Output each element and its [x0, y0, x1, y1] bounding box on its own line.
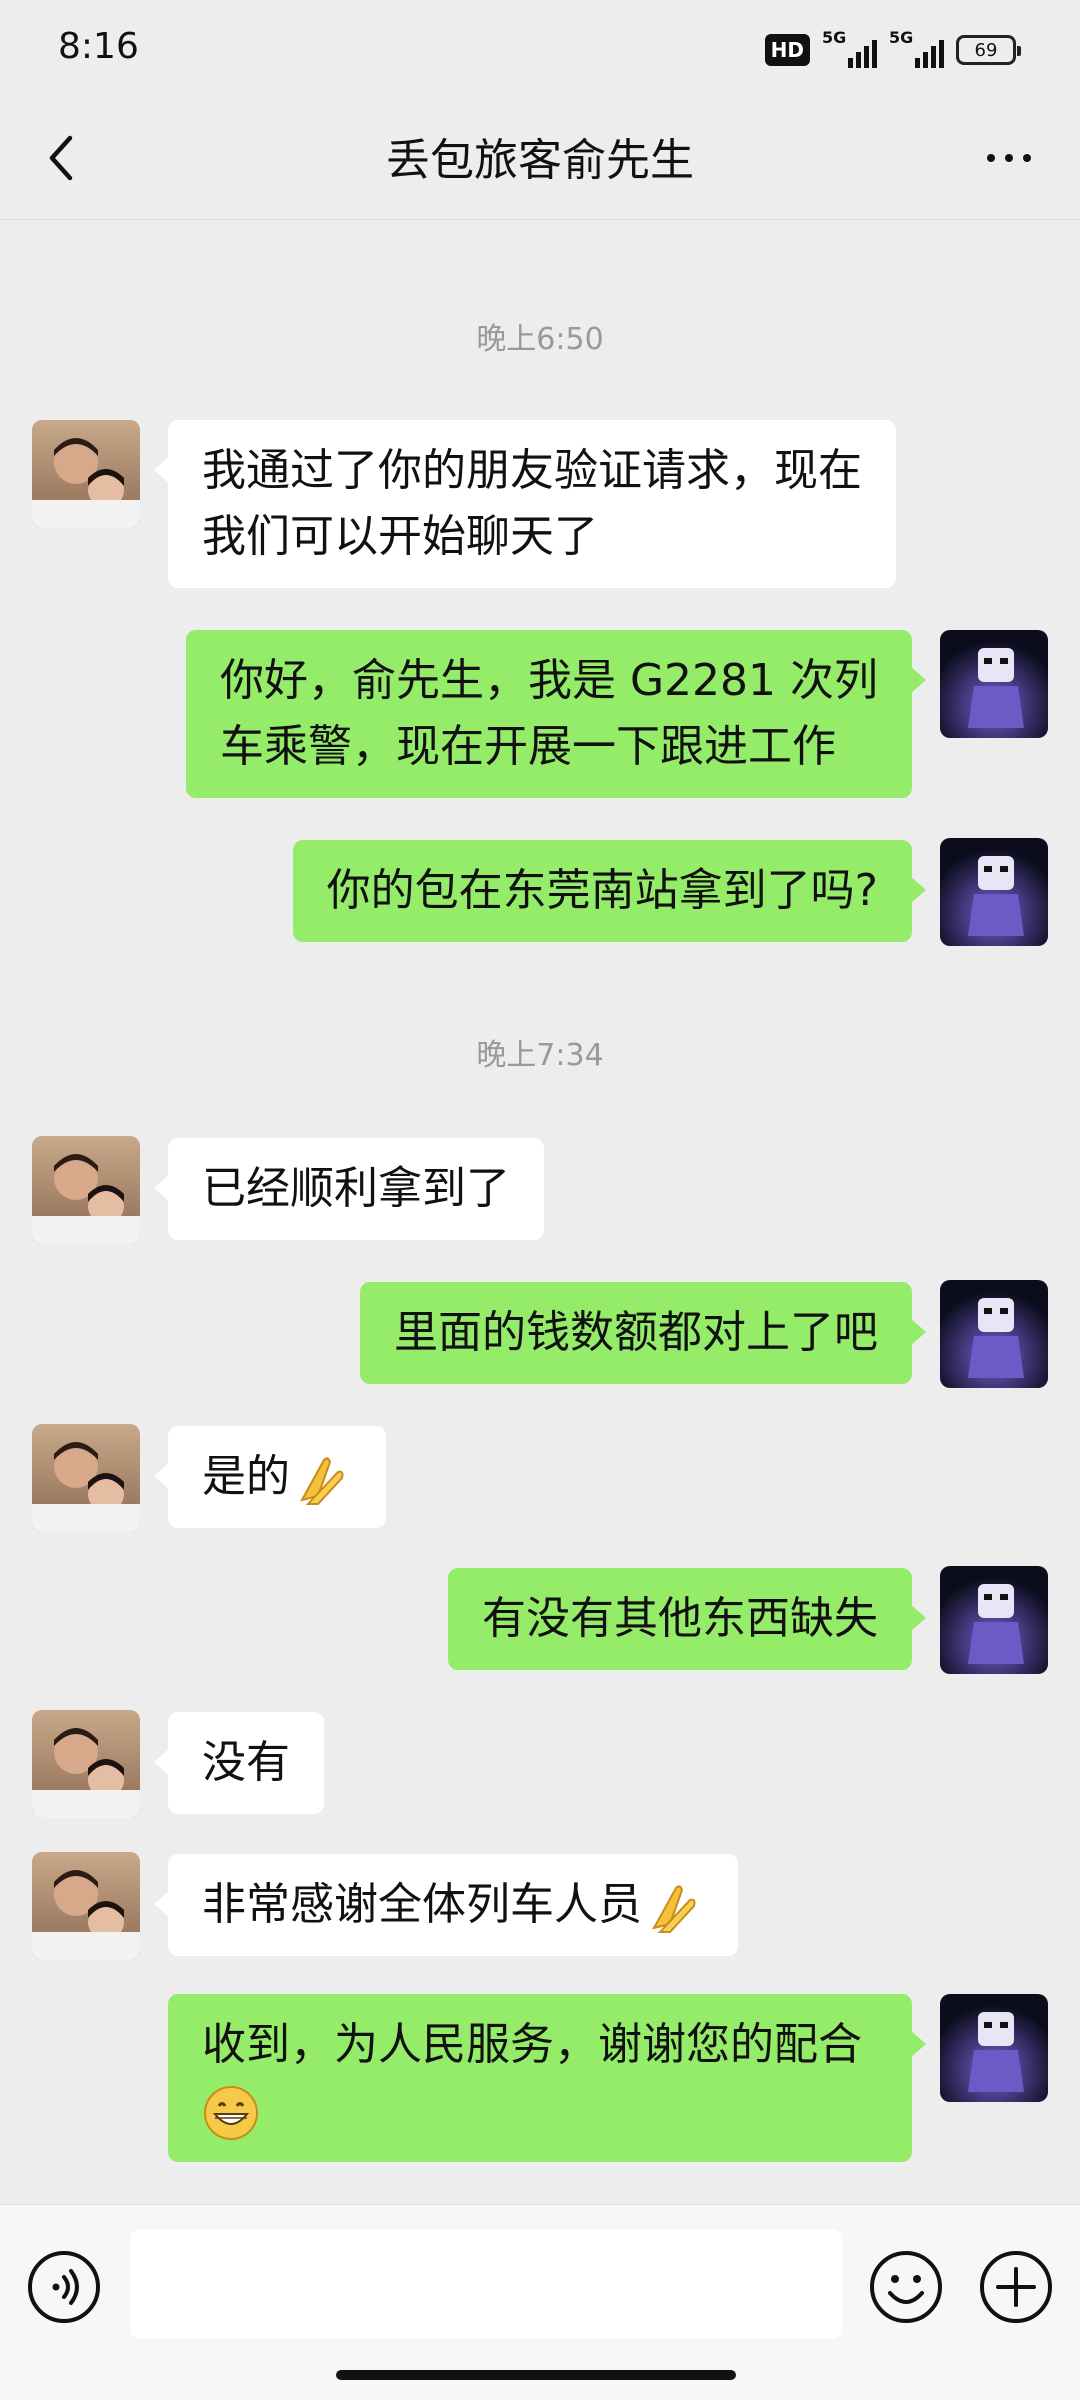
avatar[interactable] [940, 1994, 1048, 2102]
message-text: 已经顺利拿到了 [202, 1163, 510, 1214]
message-bubble[interactable]: 你好，俞先生，我是 G2281 次列 车乘警，现在开展一下跟进工作 [185, 630, 927, 798]
avatar[interactable] [32, 1424, 140, 1532]
message-bubble[interactable]: 收到，为人民服务，谢谢您的配合 [168, 1994, 926, 2162]
message-text: 我通过了你的朋友验证请求，现在 [202, 445, 862, 496]
message-text: 没有 [202, 1737, 290, 1788]
message-bubble[interactable]: 里面的钱数额都对上了吧 [360, 1282, 926, 1384]
battery-icon: 69 [956, 35, 1021, 65]
status-bar: 8:16 HD 5G 5G 69 [0, 0, 1080, 96]
status-time: 8:16 [58, 26, 139, 67]
avatar[interactable] [940, 630, 1048, 738]
more-button[interactable] [974, 128, 1044, 188]
avatar[interactable] [940, 838, 1048, 946]
message-text: 收到，为人民服务，谢谢您的配合 [202, 2019, 862, 2070]
message-text: 里面的钱数额都对上了吧 [394, 1307, 878, 1358]
emoji-icon [870, 2251, 942, 2323]
signal-icon: 5G [889, 28, 944, 68]
signal-icon: 5G [822, 28, 877, 68]
message-bubble[interactable]: 你的包在东莞南站拿到了吗? [292, 840, 927, 942]
message-bubble[interactable]: 是的 [154, 1426, 386, 1528]
message-text: 我们可以开始聊天了 [202, 511, 598, 562]
voice-button[interactable] [26, 2249, 102, 2325]
status-icons: HD 5G 5G 69 [764, 28, 1021, 70]
message-bubble[interactable]: 有没有其他东西缺失 [448, 1568, 926, 1670]
grin-emoji-icon [204, 2086, 258, 2140]
message-text: 非常感谢全体列车人员 [202, 1879, 642, 1930]
avatar[interactable] [32, 1136, 140, 1244]
message-bubble[interactable]: 已经顺利拿到了 [154, 1138, 544, 1240]
avatar[interactable] [32, 1852, 140, 1960]
hd-badge: HD [764, 34, 810, 66]
message-text: 车乘警，现在开展一下跟进工作 [219, 721, 836, 772]
timestamp: 晚上6:50 [476, 322, 604, 357]
page-title: 丢包旅客俞先生 [386, 135, 694, 186]
avatar[interactable] [940, 1280, 1048, 1388]
message-bubble[interactable]: 非常感谢全体列车人员 [154, 1854, 738, 1956]
avatar[interactable] [940, 1566, 1048, 1674]
message-bubble[interactable]: 没有 [154, 1712, 324, 1814]
pray-emoji-icon [652, 1885, 696, 1933]
chat-header: 丢包旅客俞先生 [0, 96, 1080, 220]
avatar[interactable] [32, 420, 140, 528]
message-input[interactable] [130, 2229, 842, 2339]
message-text: 你的包在东莞南站拿到了吗? [326, 865, 878, 916]
message-text: 你好，俞先生，我是 G2281 次列 [219, 655, 878, 706]
home-indicator[interactable] [336, 2370, 736, 2380]
voice-icon [28, 2251, 100, 2323]
plus-button[interactable] [978, 2249, 1054, 2325]
avatar[interactable] [32, 1710, 140, 1818]
message-bubble[interactable]: 我通过了你的朋友验证请求，现在 我们可以开始聊天了 [154, 420, 896, 588]
message-text: 是的 [202, 1451, 290, 1502]
more-dots-icon [987, 154, 995, 162]
pray-emoji-icon [300, 1457, 344, 1505]
plus-icon [980, 2251, 1052, 2323]
message-text: 有没有其他东西缺失 [482, 1593, 878, 1644]
timestamp: 晚上7:34 [476, 1038, 604, 1073]
emoji-button[interactable] [868, 2249, 944, 2325]
